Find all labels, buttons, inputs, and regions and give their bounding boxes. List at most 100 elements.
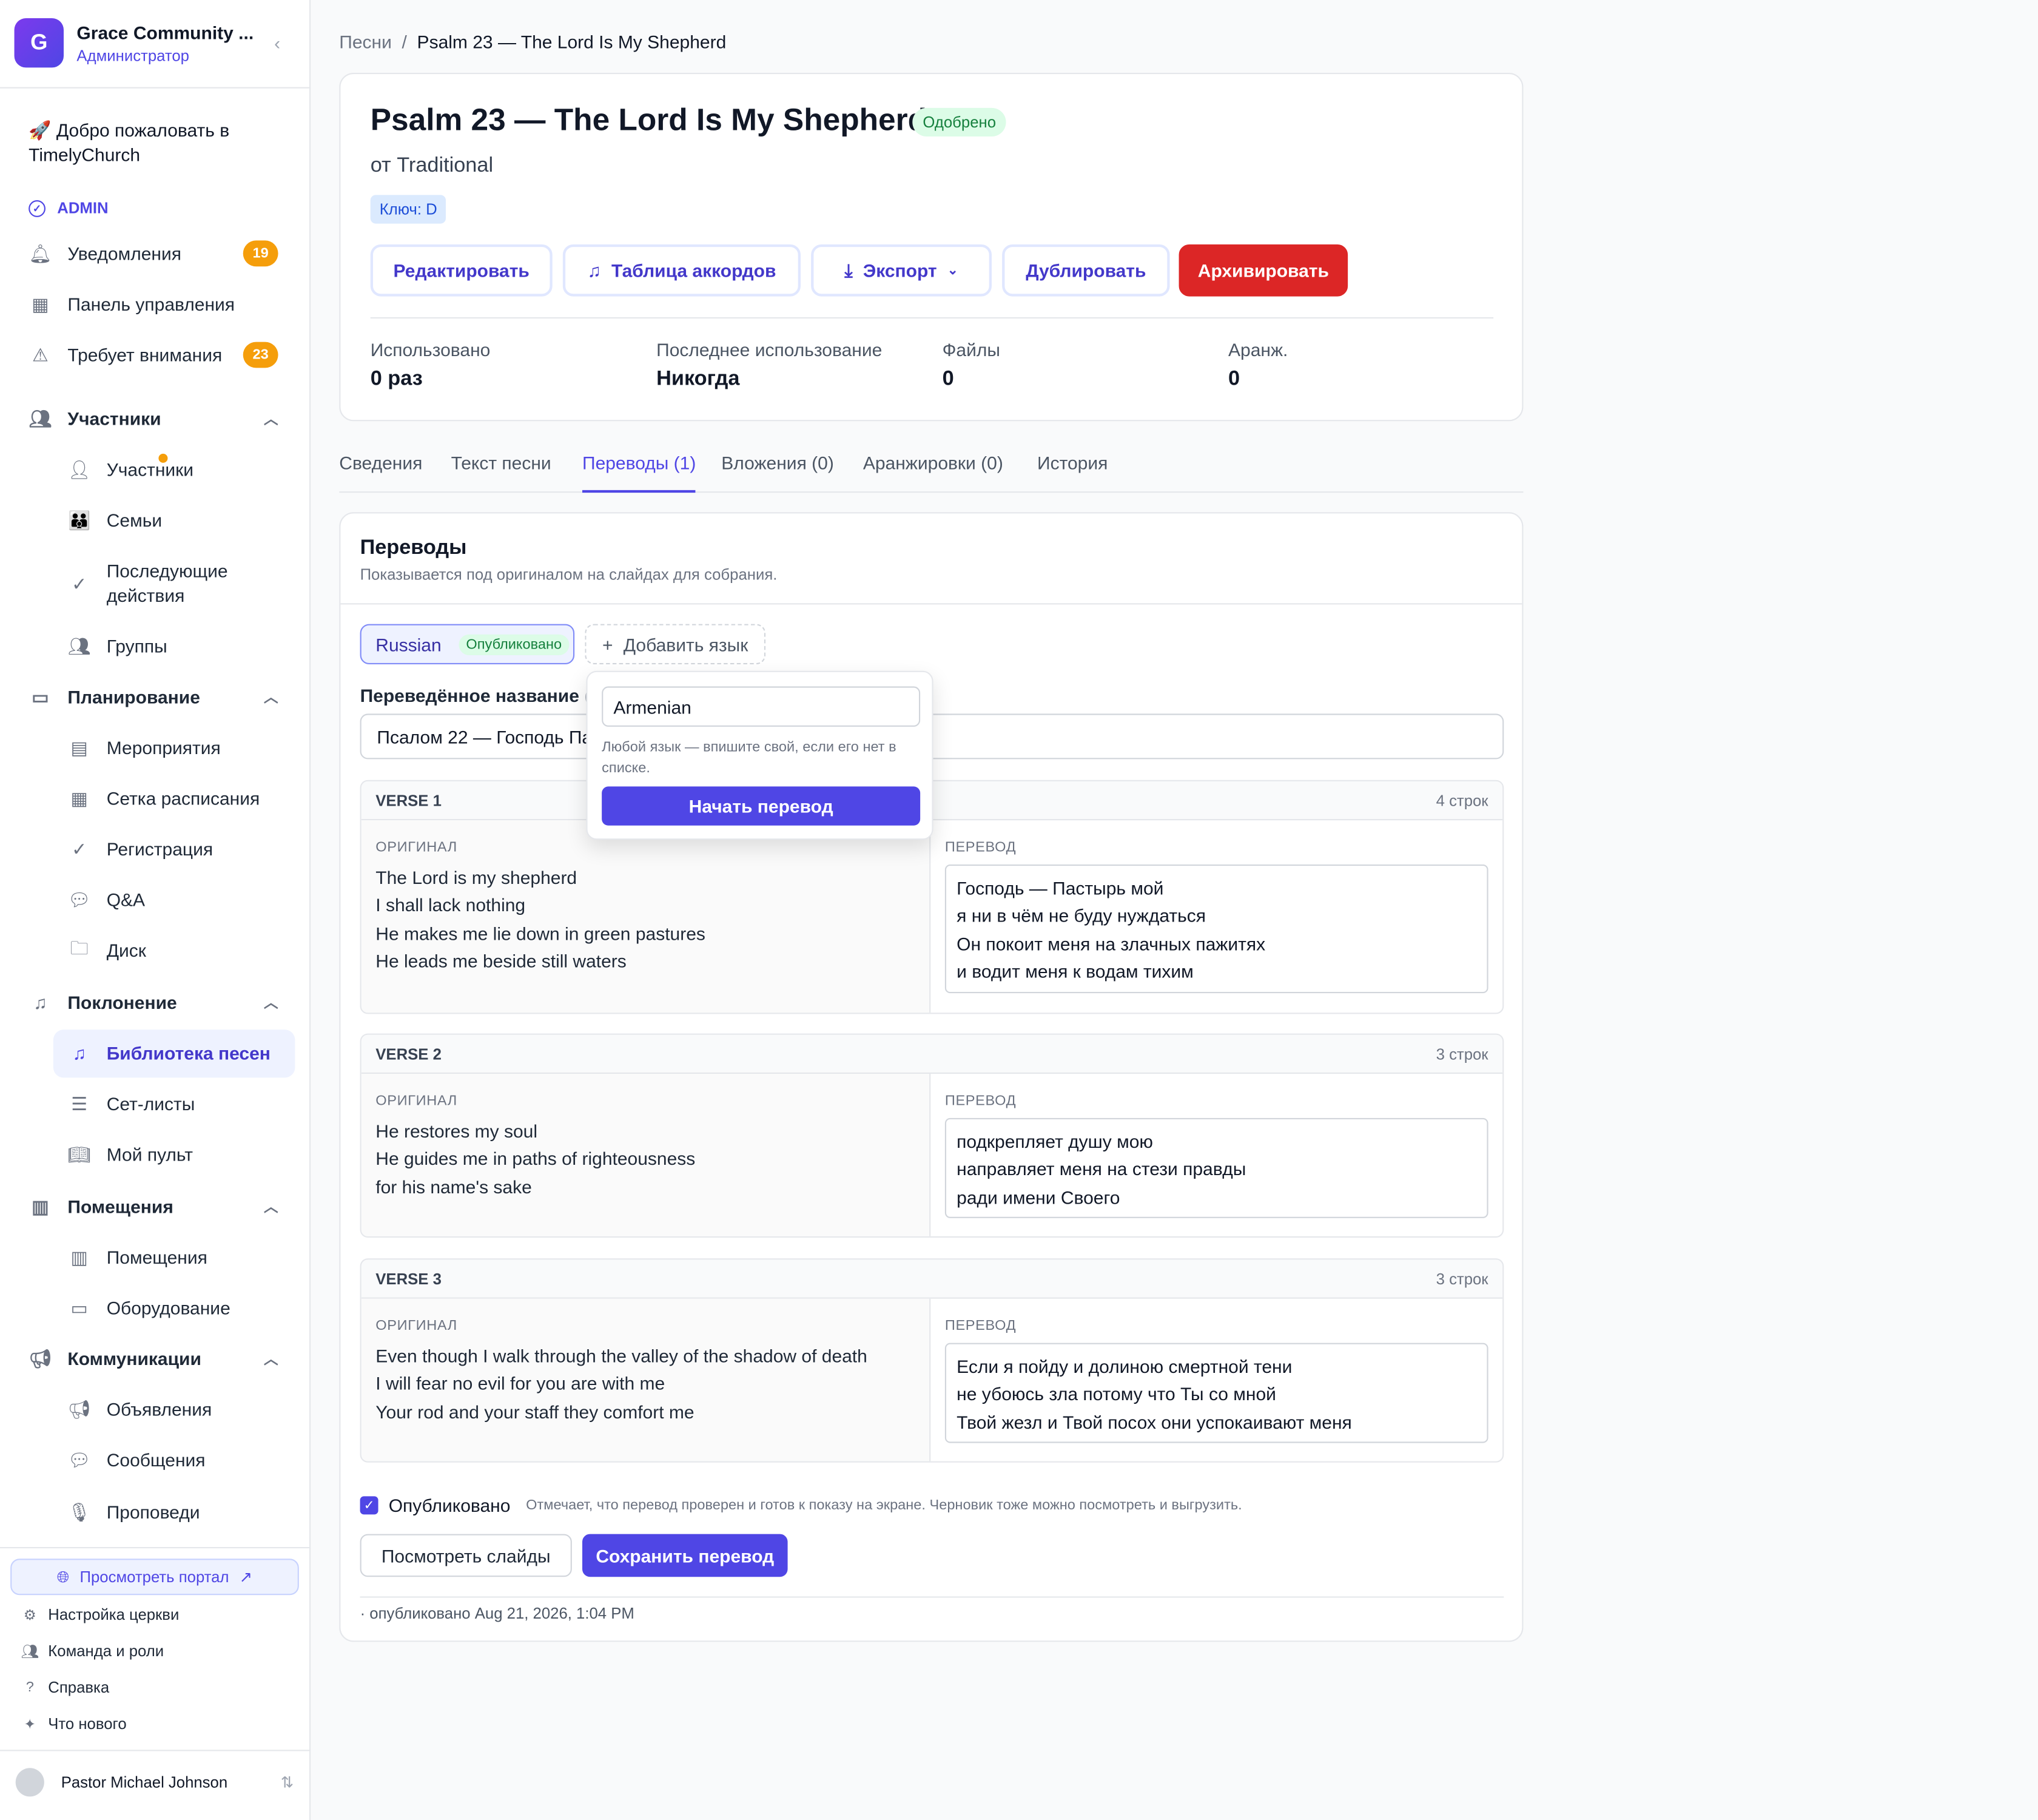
verse-name: VERSE 3 — [375, 1269, 442, 1288]
sidebar-item-schedule-grid[interactable]: ▦ Сетка расписания — [67, 786, 288, 810]
list-icon: ☰ — [71, 1093, 88, 1114]
megaphone-icon: 📢︎ — [67, 1398, 91, 1419]
chord-chart-button[interactable]: ♫ Таблица аккордов — [562, 244, 801, 297]
add-language-button[interactable]: + Добавить язык — [585, 624, 766, 664]
sidebar-item-team-roles[interactable]: 👥︎ Команда и роли — [21, 1642, 164, 1660]
verse-block: VERSE 3 3 строк ОРИГИНАЛ Even though I wa… — [360, 1258, 1504, 1463]
tab-details[interactable]: Сведения — [339, 453, 422, 493]
original-line: Your rod and your staff they comfort me — [375, 1401, 694, 1422]
stat-last-used: Последнее использование Никогда — [656, 339, 883, 390]
sidebar-item-setlists[interactable]: ☰ Сет-листы — [67, 1092, 288, 1116]
sidebar-item-help[interactable]: ? Справка — [21, 1678, 109, 1696]
sidebar-section-worship[interactable]: ♫ Поклонение ︿ — [29, 991, 289, 1014]
translation-textarea[interactable]: подкрепляет душу мою направляет меня на … — [944, 1117, 1488, 1218]
chevron-down-icon: ⌄ — [947, 263, 958, 278]
sidebar-item-attention[interactable]: ⚠ Требует внимания 23 — [29, 342, 289, 368]
check-circle-icon: ✓ — [72, 838, 87, 859]
chevron-up-icon: ︿ — [264, 996, 278, 1012]
archive-button[interactable]: Архивировать — [1179, 244, 1348, 297]
music-icon: ♫ — [33, 992, 47, 1013]
plus-icon: + — [602, 633, 613, 655]
sidebar: G Grace Community ... Администратор ‹ 🚀 … — [0, 0, 311, 1820]
edit-button[interactable]: Редактировать — [370, 244, 553, 297]
tab-attachments[interactable]: Вложения (0) — [721, 453, 834, 493]
language-hint: Любой язык — впишите свой, если его нет … — [602, 740, 896, 776]
sidebar-item-dashboard[interactable]: ▦ Панель управления — [29, 292, 289, 316]
org-name: Grace Community ... — [76, 21, 254, 42]
chevron-updown-icon: ⇅ — [280, 1773, 294, 1791]
sidebar-section-comms[interactable]: 📢︎ Коммуникации ︿ — [29, 1347, 289, 1370]
divider — [0, 1547, 311, 1549]
tab-translations[interactable]: Переводы (1) — [582, 453, 696, 493]
breadcrumb-songs-link[interactable]: Песни — [339, 31, 392, 52]
sidebar-item-families[interactable]: 👪︎ Семьи — [67, 508, 288, 532]
sidebar-item-whats-new[interactable]: ✦ Что нового — [21, 1714, 126, 1733]
sidebar-section-members[interactable]: 👥︎ Участники ︿ — [29, 407, 289, 431]
view-portal-button[interactable]: 🌐︎ Просмотреть портал ↗ — [10, 1559, 299, 1596]
building-icon: ▥ — [70, 1245, 88, 1267]
sidebar-item-followups[interactable]: ✓ Последующие действия — [67, 559, 288, 608]
sidebar-item-notifications[interactable]: 🔔︎ Уведомления 19 — [29, 240, 289, 267]
sidebar-item-announcements[interactable]: 📢︎ Объявления — [67, 1398, 288, 1421]
view-slides-button[interactable]: Посмотреть слайды — [360, 1534, 572, 1577]
sidebar-item-drive[interactable]: 🗀 Диск — [67, 937, 288, 962]
divider — [340, 603, 1522, 605]
attention-badge: 23 — [243, 342, 278, 368]
sidebar-item-registration[interactable]: ✓ Регистрация — [67, 837, 288, 861]
translation-textarea[interactable]: Если я пойду и долиною смертной тени не … — [944, 1343, 1488, 1443]
divider — [360, 1596, 1504, 1598]
chevron-left-icon[interactable]: ‹ — [274, 33, 295, 53]
sidebar-section-rooms[interactable]: ▥ Помещения ︿ — [29, 1195, 289, 1218]
external-link-icon: ↗ — [239, 1568, 253, 1586]
notifications-badge: 19 — [243, 240, 278, 267]
sidebar-item-sermons[interactable]: 🎙︎ Проповеди — [67, 1500, 288, 1524]
original-line: I shall lack nothing — [375, 894, 526, 916]
published-badge: Опубликовано — [458, 633, 570, 655]
grid-icon: ▦ — [70, 787, 88, 808]
user-icon: 👤︎ — [67, 458, 91, 479]
language-input[interactable]: Armenian — [602, 686, 921, 727]
bell-icon: 🔔︎ — [29, 242, 52, 263]
original-line: Even though I walk through the valley of… — [375, 1345, 867, 1367]
export-button[interactable]: ⤓ Экспорт ⌄ — [811, 244, 992, 297]
chat-icon: 💬︎ — [67, 1449, 91, 1470]
users-icon: 👥︎ — [29, 407, 52, 429]
translation-column: ПЕРЕВОД Если я пойду и долиною смертной … — [930, 1299, 1502, 1461]
sidebar-item-events[interactable]: ▤ Мероприятия — [67, 736, 288, 760]
verse-block: VERSE 2 3 строк ОРИГИНАЛ He restores my s… — [360, 1033, 1504, 1238]
published-checkbox[interactable]: ✓ — [360, 1496, 378, 1515]
translations-heading: Переводы — [360, 537, 467, 559]
music-icon: ♫ — [587, 260, 601, 281]
sidebar-section-planning[interactable]: ▭ Планирование ︿ — [29, 685, 289, 709]
welcome-link[interactable]: 🚀 Добро пожаловать в TimelyChurch — [29, 118, 289, 167]
sidebar-item-my-stand[interactable]: 📖︎ Мой пульт — [67, 1143, 288, 1167]
translation-textarea[interactable]: Господь — Пастырь мой я ни в чём не буду… — [944, 864, 1488, 994]
original-line: The Lord is my shepherd — [375, 867, 577, 888]
divider — [0, 87, 311, 89]
duplicate-button[interactable]: Дублировать — [1002, 244, 1170, 297]
sidebar-item-groups[interactable]: 👥︎ Группы — [67, 635, 288, 658]
sidebar-item-messages[interactable]: 💬︎ Сообщения — [67, 1448, 288, 1472]
sidebar-item-members[interactable]: 👤︎ Участники — [67, 453, 288, 481]
sidebar-item-qa[interactable]: 💬︎ Q&A — [67, 888, 288, 912]
save-translation-button[interactable]: Сохранить перевод — [582, 1534, 788, 1577]
add-language-popover: Armenian Любой язык — впишите свой, если… — [586, 670, 933, 840]
sidebar-item-equipment[interactable]: ▭ Оборудование — [67, 1296, 288, 1320]
tab-arrangements[interactable]: Аранжировки (0) — [863, 453, 1003, 493]
org-switcher[interactable]: G Grace Community ... Администратор ‹ — [14, 18, 295, 68]
indicator-dot — [158, 453, 168, 463]
published-meta: · опубликовано Aug 21, 2026, 1:04 PM — [360, 1604, 634, 1623]
globe-icon: 🌐︎ — [56, 1567, 70, 1586]
tab-lyrics[interactable]: Текст песни — [451, 453, 551, 493]
user-menu[interactable]: Pastor Michael Johnson ⇅ — [15, 1768, 294, 1797]
status-badge: Одобрено — [912, 107, 1007, 136]
sidebar-item-rooms[interactable]: ▥ Помещения — [67, 1245, 288, 1269]
language-tab-russian[interactable]: Russian Опубликовано — [360, 624, 575, 664]
chevron-up-icon: ︿ — [264, 412, 278, 428]
original-column: ОРИГИНАЛ Even though I walk through the … — [361, 1298, 931, 1461]
start-translation-button[interactable]: Начать перевод — [602, 786, 921, 826]
sidebar-item-song-library[interactable]: ♫ Библиотека песен — [67, 1041, 288, 1065]
page-title: Psalm 23 — The Lord Is My Shepherd — [370, 103, 927, 138]
sidebar-item-church-settings[interactable]: ⚙ Настройка церкви — [21, 1605, 180, 1623]
tab-history[interactable]: История — [1037, 453, 1108, 493]
